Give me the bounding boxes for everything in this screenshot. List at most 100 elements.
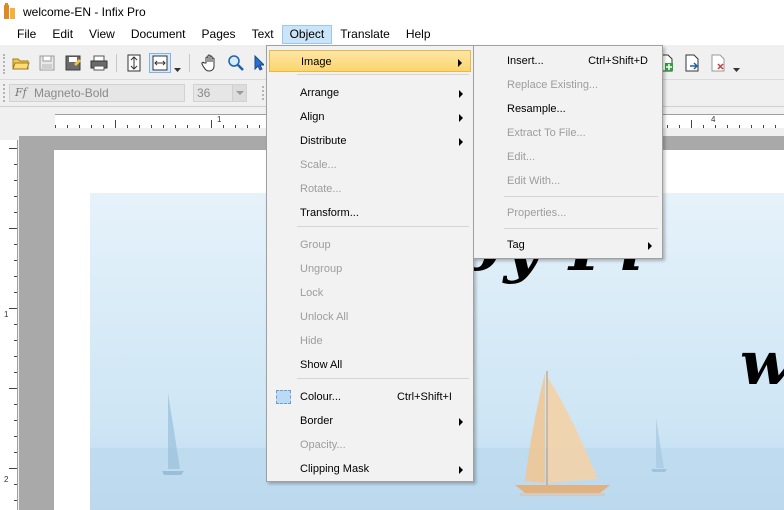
submenu-arrow-icon (459, 90, 463, 98)
menu-document[interactable]: Document (123, 25, 194, 44)
image-submenu-item-resample[interactable]: Resample... (476, 98, 660, 120)
image-submenu-item-replace-existing[interactable]: Replace Existing... (476, 74, 660, 96)
save-as-button[interactable] (63, 53, 83, 73)
object-menu-item-show-all[interactable]: Show All (269, 354, 471, 376)
toolbar-grip[interactable] (262, 86, 264, 100)
zoom-tool-button[interactable] (226, 53, 246, 73)
image-submenu-item-edit[interactable]: Edit... (476, 146, 660, 168)
image-submenu-item-extract-to-file[interactable]: Extract To File... (476, 122, 660, 144)
ruler-tick (14, 276, 17, 277)
ruler-tick (14, 452, 17, 453)
ruler-tick (235, 125, 236, 128)
printer-icon (90, 55, 108, 71)
object-menu-item-image[interactable]: Image (269, 50, 471, 72)
save-as-icon (65, 55, 81, 71)
hand-icon (201, 54, 215, 72)
menu-item-label: Border (300, 415, 334, 427)
ruler-tick (775, 125, 776, 128)
ruler-tick (14, 324, 17, 325)
menu-view[interactable]: View (81, 25, 123, 44)
font-size-value: 36 (197, 86, 211, 100)
font-size-select[interactable]: 36 (193, 84, 247, 102)
ruler-tick (151, 125, 152, 128)
ruler-tick (223, 125, 224, 128)
save-disk-icon (39, 55, 55, 71)
object-menu-item-hide[interactable]: Hide (269, 330, 471, 352)
fit-width-button[interactable] (149, 53, 171, 73)
chevron-down-icon[interactable] (232, 85, 246, 101)
page-width-icon (152, 55, 168, 71)
font-name-value: Magneto-Bold (34, 86, 109, 100)
menu-text[interactable]: Text (244, 25, 282, 44)
menu-file[interactable]: File (9, 25, 44, 44)
menu-separator (504, 196, 658, 197)
font-name-field[interactable]: Ff Magneto-Bold (9, 84, 185, 102)
ruler-tick (187, 125, 188, 128)
menu-item-label: Group (300, 239, 331, 251)
ruler-tick (67, 125, 68, 128)
image-submenu-item-insert[interactable]: Insert... Ctrl+Shift+D (476, 50, 660, 72)
object-menu-item-transform[interactable]: Transform... (269, 202, 471, 224)
menu-item-shortcut: Ctrl+Shift+D (588, 55, 648, 67)
menu-item-label: Clipping Mask (300, 463, 370, 475)
ruler-tick (9, 388, 17, 389)
pan-tool-button[interactable] (200, 53, 220, 73)
object-menu-item-distribute[interactable]: Distribute (269, 130, 471, 152)
menu-item-label: Show All (300, 359, 343, 371)
object-menu-item-rotate[interactable]: Rotate... (269, 178, 471, 200)
ruler-tick (14, 484, 17, 485)
print-button[interactable] (89, 53, 109, 73)
headline-text-line2[interactable]: w (740, 329, 784, 399)
delete-page-button[interactable] (708, 53, 728, 73)
select-tool-button[interactable] (252, 53, 266, 73)
menu-item-label: Ungroup (300, 263, 343, 275)
save-button[interactable] (37, 53, 57, 73)
object-menu-item-lock[interactable]: Lock (269, 282, 471, 304)
menu-object[interactable]: Object (281, 25, 333, 44)
object-menu-item-unlock-all[interactable]: Unlock All (269, 306, 471, 328)
menu-item-label: Lock (300, 287, 324, 299)
menu-item-label: Edit With... (507, 175, 561, 187)
submenu-arrow-icon (459, 418, 463, 426)
menu-item-label: Colour... (300, 391, 341, 403)
extract-page-button[interactable] (682, 53, 702, 73)
object-menu-item-border[interactable]: Border (269, 410, 471, 432)
infix-app-icon (4, 3, 16, 20)
ruler-tick (199, 125, 200, 128)
ruler-tick (103, 125, 104, 128)
ruler-tick (691, 120, 692, 128)
image-submenu-item-properties[interactable]: Properties... (476, 202, 660, 224)
submenu-arrow-icon (459, 138, 463, 146)
object-menu-item-scale[interactable]: Scale... (269, 154, 471, 176)
menu-item-label: Replace Existing... (507, 79, 599, 91)
page-arrows-icon (127, 54, 141, 72)
menu-item-label: Hide (300, 335, 323, 347)
open-button[interactable] (11, 53, 31, 73)
image-submenu-item-tag[interactable]: Tag (476, 234, 660, 256)
toolbar-grip[interactable] (3, 54, 6, 74)
object-menu-item-group[interactable]: Group (269, 234, 471, 256)
object-menu-item-arrange[interactable]: Arrange (269, 82, 471, 104)
menu-translate[interactable]: Translate (332, 25, 398, 44)
menu-item-label: Opacity... (300, 439, 346, 451)
object-menu-item-ungroup[interactable]: Ungroup (269, 258, 471, 280)
menu-item-label: Scale... (300, 159, 337, 171)
toolbar-grip[interactable] (3, 84, 6, 102)
chevron-down-icon[interactable] (733, 68, 740, 72)
window-title: welcome-EN - Infix Pro (23, 5, 146, 19)
menu-help[interactable]: Help (398, 25, 439, 44)
image-submenu-item-edit-with[interactable]: Edit With... (476, 170, 660, 192)
menu-bar: File Edit View Document Pages Text Objec… (0, 24, 784, 45)
fit-page-button[interactable] (124, 53, 144, 73)
object-menu-item-clipping-mask[interactable]: Clipping Mask (269, 458, 471, 480)
object-menu: Image Arrange Align Distribute Scale... Rotat… (266, 45, 474, 482)
menu-pages[interactable]: Pages (194, 25, 244, 44)
object-menu-item-colour[interactable]: Colour... Ctrl+Shift+I (269, 386, 471, 408)
object-menu-item-align[interactable]: Align (269, 106, 471, 128)
image-submenu: Insert... Ctrl+Shift+D Replace Existing...… (473, 45, 663, 259)
chevron-down-icon[interactable] (174, 68, 181, 72)
object-menu-item-opacity[interactable]: Opacity... (269, 434, 471, 456)
menu-edit[interactable]: Edit (44, 25, 81, 44)
ruler-tick (667, 125, 668, 128)
page-arrow-icon (685, 54, 699, 72)
